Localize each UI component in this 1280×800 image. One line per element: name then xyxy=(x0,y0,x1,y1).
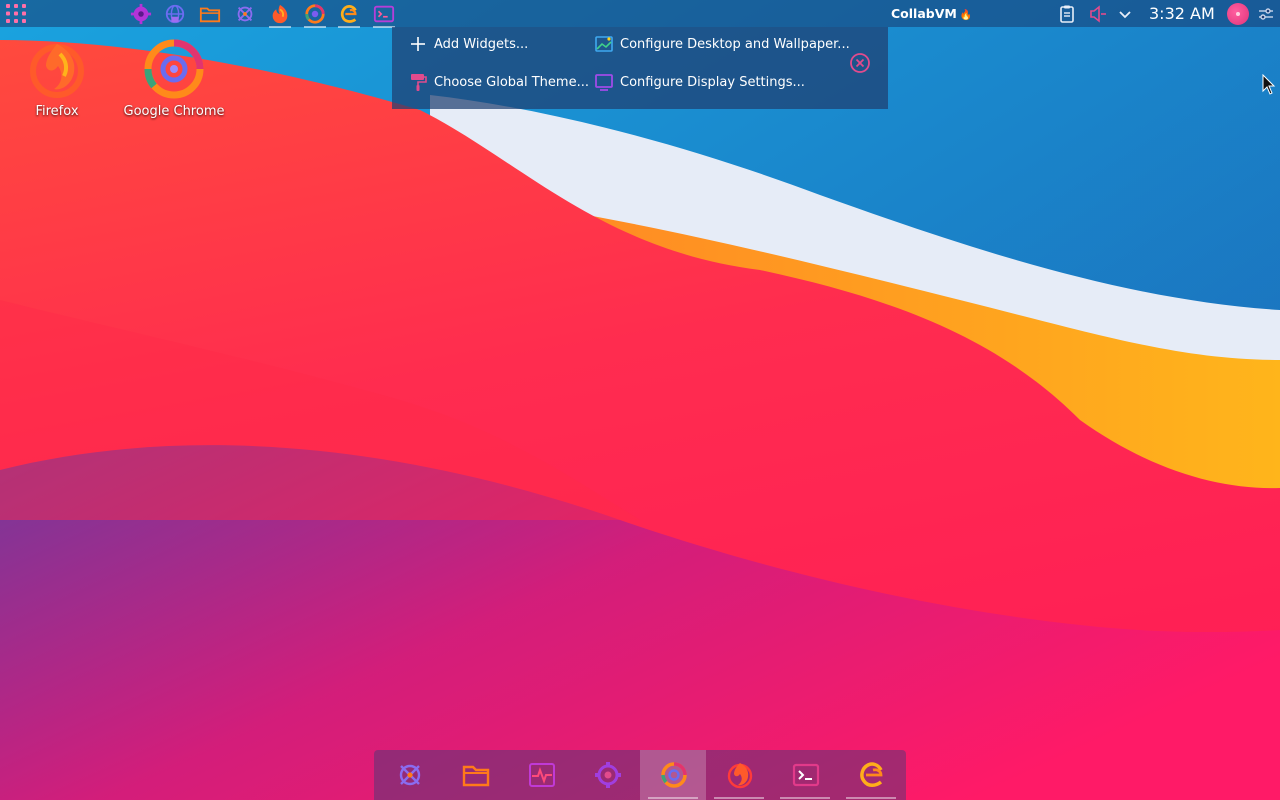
choose-global-theme-button[interactable]: Choose Global Theme... xyxy=(408,71,589,93)
activity-monitor-icon xyxy=(529,763,555,787)
configure-display-label: Configure Display Settings... xyxy=(620,74,805,90)
bug-crossed-icon xyxy=(399,764,421,786)
sliders-icon[interactable] xyxy=(1256,4,1276,24)
chevron-down-icon[interactable] xyxy=(1115,4,1135,24)
add-widgets-label: Add Widgets... xyxy=(434,36,529,52)
desktop-toolbox: Add Widgets... Configure Desktop and Wal… xyxy=(392,27,888,109)
dock-item-firefox[interactable] xyxy=(706,750,772,800)
top-panel: CollabVM 🔥 3:32 AM xyxy=(0,0,1280,28)
dock-item-settings[interactable] xyxy=(574,750,640,800)
app-grid-icon[interactable] xyxy=(5,3,27,24)
desktop-wallpaper xyxy=(0,0,1280,800)
taskbar-folder-icon[interactable] xyxy=(198,3,222,25)
taskbar-firefox-icon[interactable] xyxy=(268,3,292,28)
chrome-icon xyxy=(661,762,687,788)
taskbar-terminal-icon[interactable] xyxy=(372,3,396,28)
avatar[interactable] xyxy=(1227,3,1249,25)
clock[interactable]: 3:32 AM xyxy=(1149,4,1215,23)
firefox-icon xyxy=(727,763,753,789)
desktop-icon-label: Google Chrome xyxy=(123,104,225,119)
flame-icon: 🔥 xyxy=(959,10,973,21)
taskbar-bug-crossed-icon[interactable] xyxy=(233,3,257,25)
mouse-pointer-icon xyxy=(1262,73,1276,100)
volume-muted-icon[interactable] xyxy=(1088,4,1108,24)
dock-item-activity-monitor[interactable] xyxy=(508,750,574,800)
plus-icon xyxy=(411,37,425,51)
dock-item-edge[interactable] xyxy=(838,750,904,800)
window-title-text: CollabVM xyxy=(891,6,957,21)
display-icon xyxy=(595,74,613,91)
window-title: CollabVM 🔥 xyxy=(891,6,972,21)
settings-gear-icon xyxy=(595,762,621,788)
taskbar-network-globe-icon[interactable] xyxy=(163,3,187,25)
edge-icon xyxy=(860,762,883,787)
folder-icon xyxy=(462,765,490,787)
configure-desktop-label: Configure Desktop and Wallpaper... xyxy=(620,36,850,52)
paint-roller-icon xyxy=(411,74,427,91)
taskbar-chrome-icon[interactable] xyxy=(303,3,327,28)
choose-global-theme-label: Choose Global Theme... xyxy=(434,74,589,90)
wallpaper-icon xyxy=(595,36,613,52)
clipboard-icon[interactable] xyxy=(1057,4,1077,24)
firefox-icon xyxy=(30,44,84,98)
dock-item-terminal[interactable] xyxy=(772,750,838,800)
dock-item-folder[interactable] xyxy=(442,750,508,800)
taskbar-settings-gear-icon[interactable] xyxy=(129,3,153,25)
add-widgets-button[interactable]: Add Widgets... xyxy=(408,33,528,55)
configure-display-button[interactable]: Configure Display Settings... xyxy=(594,71,805,93)
configure-desktop-button[interactable]: Configure Desktop and Wallpaper... xyxy=(594,33,850,55)
dock-item-chrome[interactable] xyxy=(640,750,706,800)
dock xyxy=(374,750,906,800)
dock-item-bug-crossed[interactable] xyxy=(376,750,442,800)
desktop-icon-google-chrome[interactable]: Google Chrome xyxy=(119,36,229,119)
desktop-icon-firefox[interactable]: Firefox xyxy=(2,36,112,119)
close-toolbox-button[interactable] xyxy=(848,51,872,75)
close-circle-icon xyxy=(850,53,870,73)
desktop-icon-label: Firefox xyxy=(35,104,79,119)
chrome-icon xyxy=(144,39,204,99)
taskbar-edge-icon[interactable] xyxy=(337,3,361,28)
terminal-icon xyxy=(792,763,820,787)
